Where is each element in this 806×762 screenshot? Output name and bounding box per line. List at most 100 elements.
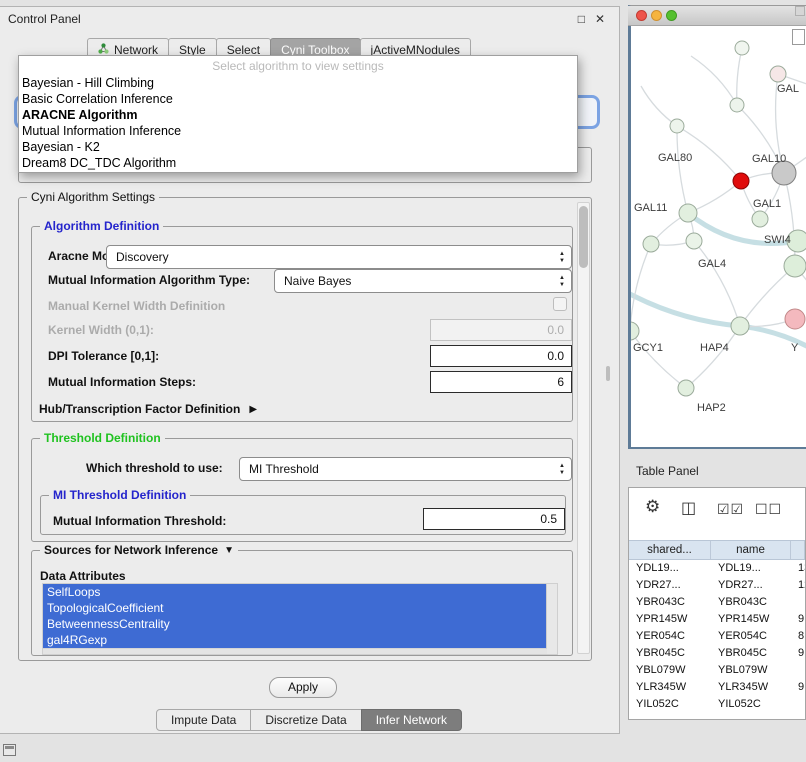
table-cell: YBR043C [629,594,711,611]
minimize-traffic-light[interactable] [651,10,662,21]
kernel-width-input[interactable]: 0.0 [430,319,572,341]
table-cell: 8. [791,628,805,645]
table-cell: 9. [791,645,805,662]
birdseye-toggle[interactable] [792,29,805,45]
columns-icon[interactable]: ◫ [681,498,696,518]
network-node[interactable] [670,119,684,133]
network-node[interactable] [679,204,697,222]
algorithm-dropdown: Select algorithm to view settings Bayesi… [18,55,578,173]
sources-title: Sources for Network Inference ▼ [40,543,238,557]
mi-threshold-input[interactable]: 0.5 [423,508,565,530]
dropdown-option-mutual-information-inference[interactable]: Mutual Information Inference [19,123,577,139]
dropdown-option-basic-correlation-inference[interactable]: Basic Correlation Inference [19,91,577,107]
hub-definition-toggle[interactable]: Hub/Transcription Factor Definition ▶ [39,402,257,416]
settings-scrollbar[interactable] [577,202,590,654]
scrollbar-thumb[interactable] [579,206,588,268]
table-row[interactable]: YIL052CYIL052C [629,696,805,713]
network-edge[interactable] [691,56,737,105]
network-node[interactable] [785,309,805,329]
close-traffic-light[interactable] [636,10,647,21]
node-label-gal10: GAL10 [752,153,786,165]
list-horizontal-scrollbar[interactable] [43,648,547,654]
tab-impute-data[interactable]: Impute Data [156,709,251,731]
network-edge[interactable] [677,126,688,213]
splitter-handle[interactable] [606,366,610,381]
dropdown-option-bayesian-hill-climbing[interactable]: Bayesian - Hill Climbing [19,75,577,91]
network-node[interactable] [678,380,694,396]
table-cell: 13... [791,560,805,577]
attribute-list-item[interactable]: SelfLoops [43,584,547,600]
table-row[interactable]: YBR045CYBR045C9. [629,645,805,662]
table-header-cell[interactable] [791,541,805,559]
window-fragment [795,6,805,16]
tab-infer-network[interactable]: Infer Network [361,709,462,731]
table-header-cell[interactable]: name [711,541,791,559]
table-row[interactable]: YLR345WYLR345W9. [629,679,805,696]
table-cell: YPR145W [711,611,791,628]
manual-kernel-checkbox[interactable] [553,297,567,311]
mi-steps-input[interactable]: 6 [430,371,572,393]
dropdown-options: Bayesian - Hill ClimbingBasic Correlatio… [19,75,577,171]
network-edge[interactable] [784,173,795,266]
table-cell: YER054C [629,628,711,645]
network-node[interactable] [731,317,749,335]
network-node[interactable] [733,173,749,189]
network-edge[interactable] [737,48,742,105]
table-cell: YBL079W [711,662,791,679]
select-all-icon[interactable]: ☑☑ [717,501,744,518]
table-row[interactable]: YDR27...YDR27...12... [629,577,805,594]
network-edge[interactable] [694,241,740,326]
network-edge[interactable] [641,86,677,126]
node-label-hap2: HAP2 [697,402,726,414]
network-edge[interactable] [631,288,740,326]
aracne-mode-value: Discovery [116,250,169,264]
panel-icon[interactable] [3,744,16,756]
network-window-titlebar[interactable] [628,6,806,26]
table-row[interactable]: YDL19...YDL19...13... [629,560,805,577]
table-panel-window: ⚙ ◫ ☑☑ ☐☐ shared...name YDL19...YDL19...13.… [628,487,806,720]
float-icon[interactable]: □ [578,12,585,26]
network-node[interactable] [686,233,702,249]
list-vertical-scrollbar[interactable] [546,584,557,654]
dpi-tolerance-input[interactable]: 0.0 [430,345,572,367]
table-header: shared...name [629,540,805,560]
dropdown-option-aracne-algorithm[interactable]: ARACNE Algorithm [19,107,577,123]
attribute-list-item[interactable]: BetweennessCentrality [43,616,547,632]
network-node[interactable] [730,98,744,112]
tab-discretize-data[interactable]: Discretize Data [250,709,361,731]
control-panel-titlebar: Control Panel □ ✕ [0,7,619,33]
aracne-mode-combo[interactable]: Discovery ▲▼ [106,245,572,269]
algorithm-definition-group: Algorithm Definition Aracne Mode: Discov… [31,226,573,422]
network-node[interactable] [631,322,639,340]
attribute-list-item[interactable]: TopologicalCoefficient [43,600,547,616]
table-row[interactable]: YBL079WYBL079W [629,662,805,679]
zoom-traffic-light[interactable] [666,10,677,21]
dropdown-option-dream8-dc-tdc-algorithm[interactable]: Dream8 DC_TDC Algorithm [19,155,577,171]
network-node[interactable] [643,236,659,252]
apply-button[interactable]: Apply [269,677,337,698]
panel-title: Control Panel [8,12,81,26]
gear-icon[interactable]: ⚙ [645,497,660,517]
network-edge[interactable] [686,326,740,388]
chevron-down-icon[interactable]: ▼ [224,545,234,556]
table-row[interactable]: YER054CYER054C8. [629,628,805,645]
which-threshold-combo[interactable]: MI Threshold ▲▼ [239,457,572,481]
network-canvas-area[interactable]: GALGAL80GAL10GAL11GAL1SWI4GAL4GCY1HAP4HA… [631,26,806,447]
table-row[interactable]: YPR145WYPR145W9. [629,611,805,628]
table-cell: YDL19... [711,560,791,577]
network-node[interactable] [735,41,749,55]
network-edge[interactable] [631,244,651,331]
table-row[interactable]: YBR043CYBR043C [629,594,805,611]
table-cell: 12... [791,577,805,594]
network-edge[interactable] [631,331,686,388]
table-cell: YBR045C [711,645,791,662]
attribute-list-item[interactable]: gal4RGexp [43,632,547,648]
network-node[interactable] [752,211,768,227]
table-header-cell[interactable]: shared... [629,541,711,559]
dropdown-option-bayesian-k2[interactable]: Bayesian - K2 [19,139,577,155]
deselect-all-icon[interactable]: ☐☐ [755,501,782,518]
network-node[interactable] [784,255,806,277]
mi-type-combo[interactable]: Naive Bayes ▲▼ [274,269,572,293]
close-icon[interactable]: ✕ [595,12,605,26]
network-node[interactable] [770,66,786,82]
